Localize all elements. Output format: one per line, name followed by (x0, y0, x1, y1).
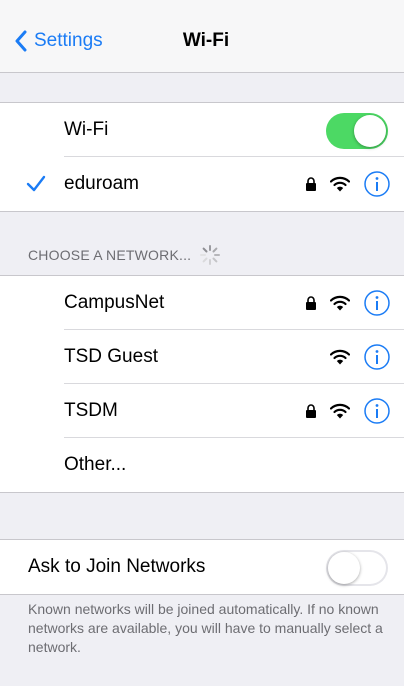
page-title: Wi-Fi (0, 30, 404, 52)
toggle-knob (328, 552, 360, 584)
wifi-toggle-switch[interactable] (326, 113, 388, 149)
toggle-knob (354, 115, 386, 147)
lock-icon (306, 177, 316, 191)
ask-to-join-group: Ask to Join Networks (0, 539, 404, 595)
info-icon[interactable] (364, 171, 390, 197)
other-network-row[interactable]: Other... (0, 438, 404, 492)
wifi-signal-icon (330, 403, 350, 419)
info-icon[interactable] (364, 344, 390, 370)
network-list: CampusNet TSD Guest TSDM Other... (0, 275, 404, 493)
network-name: CampusNet (64, 292, 165, 313)
connected-network-name: eduroam (64, 173, 139, 194)
loading-spinner-icon (200, 245, 221, 265)
wifi-signal-icon (330, 349, 350, 365)
network-row[interactable]: TSDM (0, 384, 404, 438)
other-network-label: Other... (64, 454, 127, 475)
network-name: TSD Guest (64, 346, 158, 367)
network-name: TSDM (64, 400, 118, 421)
connected-network-row[interactable]: eduroam (0, 157, 404, 211)
choose-network-header-text: CHOOSE A NETWORK... (28, 247, 192, 263)
wifi-toggle-label: Wi-Fi (64, 119, 109, 140)
ask-to-join-switch[interactable] (326, 550, 388, 586)
checkmark-icon (26, 175, 46, 192)
network-row[interactable]: CampusNet (0, 276, 404, 330)
info-icon[interactable] (364, 398, 390, 424)
navigation-bar: Settings Wi-Fi (0, 0, 404, 73)
wifi-signal-icon (330, 295, 350, 311)
page-title-text: Wi-Fi (182, 30, 230, 51)
choose-network-header: CHOOSE A NETWORK... (28, 244, 221, 266)
ask-to-join-label: Ask to Join Networks (28, 556, 206, 577)
ask-to-join-row: Ask to Join Networks (0, 540, 404, 594)
lock-icon (306, 296, 316, 310)
network-row[interactable]: TSD Guest (0, 330, 404, 384)
info-icon[interactable] (364, 290, 390, 316)
lock-icon (306, 404, 316, 418)
ask-to-join-footer: Known networks will be joined automatica… (28, 601, 383, 655)
wifi-toggle-row: Wi-Fi (0, 103, 404, 157)
wifi-signal-icon (330, 176, 350, 192)
wifi-status-group: Wi-Fi eduroam (0, 102, 404, 212)
